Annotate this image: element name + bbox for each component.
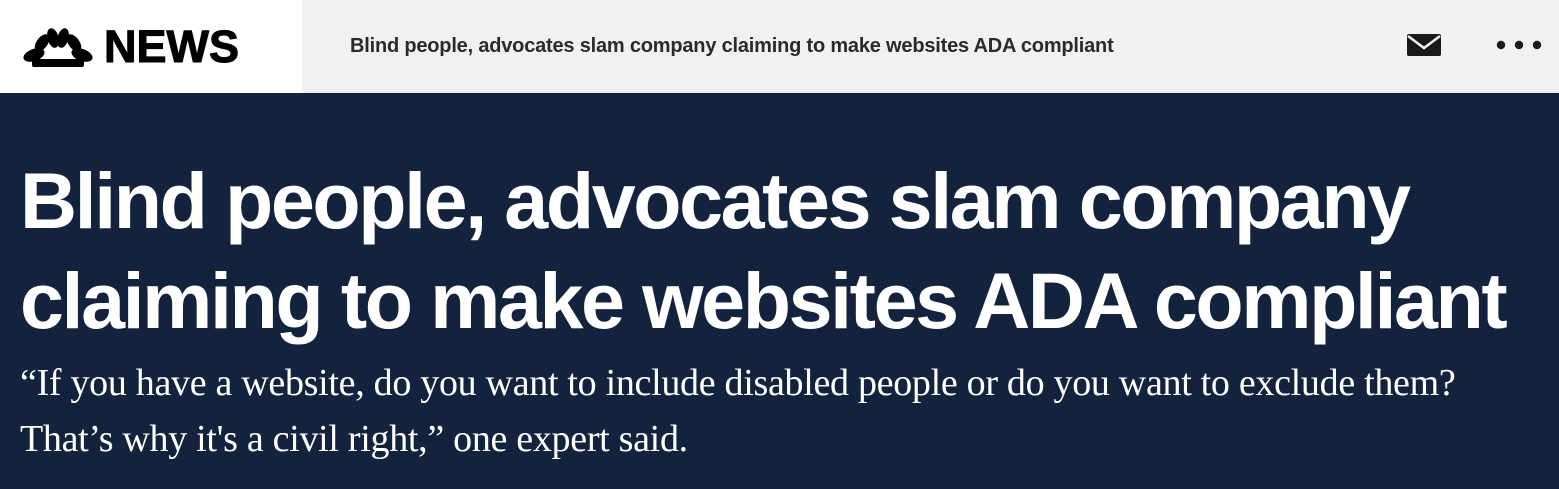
article-headline: Blind people, advocates slam company cla… — [20, 156, 1508, 345]
topbar-article-title: Blind people, advocates slam company cla… — [350, 35, 1114, 57]
envelope-icon[interactable] — [1406, 33, 1442, 57]
article-dek: “If you have a website, do you want to i… — [20, 362, 1456, 460]
more-dots-icon[interactable] — [1496, 38, 1542, 52]
article-hero: Blind people, advocates slam company cla… — [0, 93, 1559, 467]
peacock-logo-icon — [23, 27, 93, 67]
nbc-news-home-link[interactable]: NEWS — [0, 0, 302, 93]
top-navigation-bar: NEWS Blind people, advocates slam compan… — [0, 0, 1559, 93]
news-wordmark: NEWS — [104, 21, 240, 72]
